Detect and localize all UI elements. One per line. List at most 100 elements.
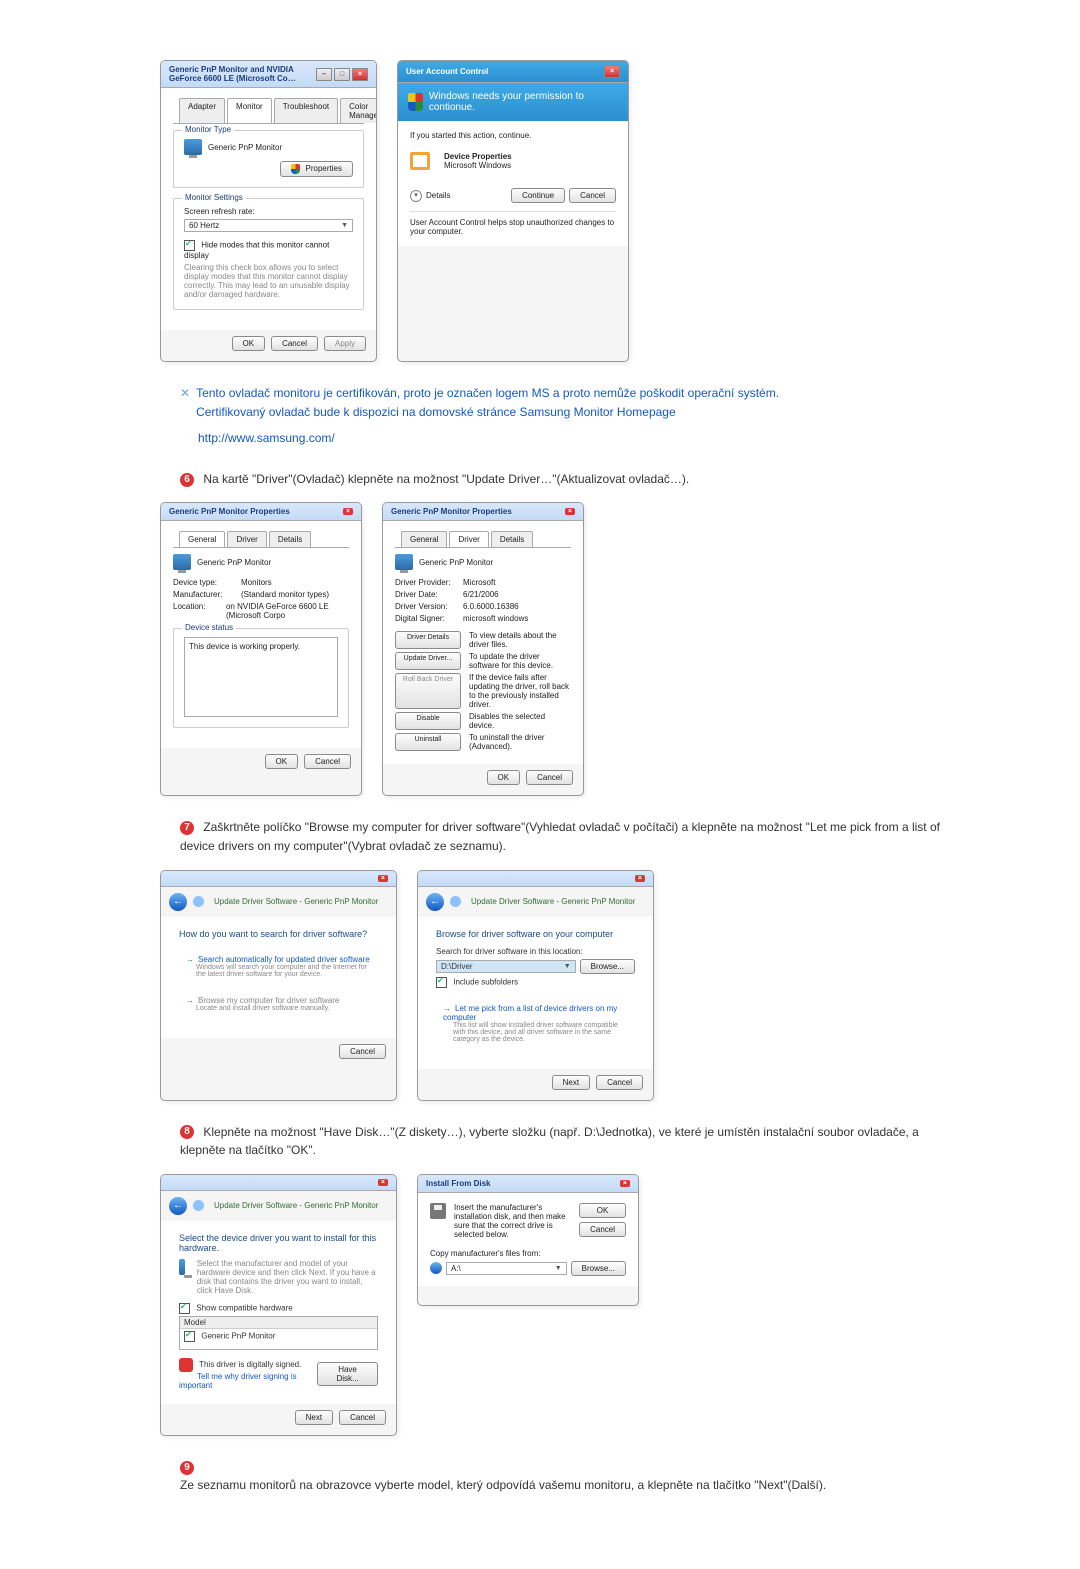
browse-button[interactable]: Browse... [580, 959, 635, 974]
select-sub: Select the manufacturer and model of you… [197, 1259, 378, 1295]
details-link[interactable]: Details [426, 191, 450, 200]
close-icon[interactable]: × [378, 1179, 388, 1186]
driver-details-desc: To view details about the driver files. [469, 631, 571, 649]
tab-adapter[interactable]: Adapter [179, 98, 225, 123]
include-sub-checkbox[interactable] [436, 977, 447, 988]
title-text: Generic PnP Monitor and NVIDIA GeForce 6… [169, 65, 316, 83]
disable-button[interactable]: Disable [395, 712, 461, 730]
note-line2: Certifikovaný ovladač bude k dispozici n… [196, 405, 676, 419]
note-x-icon: ✕ [180, 384, 190, 421]
refresh-rate-select[interactable]: 60 Hertz▼ [184, 219, 353, 232]
properties-button[interactable]: Properties [280, 161, 353, 177]
back-icon[interactable]: ← [169, 893, 187, 911]
step6-num: 6 [180, 473, 194, 487]
rollback-button[interactable]: Roll Back Driver [395, 673, 461, 709]
next-button[interactable]: Next [295, 1410, 333, 1425]
version: 6.0.6000.16386 [463, 602, 519, 611]
back-icon[interactable]: ← [426, 893, 444, 911]
step8-text: Klepněte na možnost "Have Disk…"(Z diske… [180, 1125, 919, 1158]
step8-num: 8 [180, 1125, 194, 1139]
close-icon[interactable]: × [620, 1180, 630, 1187]
close-icon[interactable]: × [604, 65, 620, 78]
location: on NVIDIA GeForce 6600 LE (Microsoft Cor… [226, 602, 349, 620]
model-header: Model [180, 1317, 377, 1329]
tab-troubleshoot[interactable]: Troubleshoot [274, 98, 338, 123]
path-input[interactable]: D:\Driver▼ [436, 960, 576, 973]
have-disk-button[interactable]: Have Disk... [317, 1362, 378, 1386]
ok-button[interactable]: OK [579, 1203, 626, 1218]
signed-text: This driver is digitally signed. [199, 1360, 301, 1369]
display-properties-dialog: Generic PnP Monitor and NVIDIA GeForce 6… [160, 60, 377, 362]
tab-driver[interactable]: Driver [449, 531, 488, 547]
hide-modes-checkbox[interactable] [184, 240, 195, 251]
signed-icon [179, 1358, 193, 1372]
drive-select[interactable]: A:\▼ [446, 1262, 567, 1275]
minimize-icon[interactable]: – [316, 68, 332, 81]
close-icon[interactable]: × [565, 508, 575, 515]
titlebar: Generic PnP Monitor and NVIDIA GeForce 6… [161, 61, 376, 88]
cancel-button[interactable]: Cancel [526, 770, 573, 785]
model-item[interactable]: Generic PnP Monitor [180, 1329, 377, 1344]
wizard-select-driver: × ← Update Driver Software - Generic PnP… [160, 1174, 397, 1436]
step7: 7 Zaškrtněte políčko "Browse my computer… [180, 818, 960, 855]
signing-link[interactable]: Tell me why driver signing is important [179, 1372, 297, 1390]
breadcrumb: Update Driver Software - Generic PnP Mon… [214, 1201, 378, 1210]
tab-general[interactable]: General [401, 531, 447, 547]
browse-button[interactable]: Browse... [571, 1261, 626, 1276]
ok-button[interactable]: OK [232, 336, 266, 351]
next-button[interactable]: Next [552, 1075, 590, 1090]
close-icon[interactable]: × [378, 875, 388, 882]
refresh-rate-label: Screen refresh rate: [184, 207, 353, 216]
maximize-icon[interactable]: □ [334, 68, 350, 81]
close-icon[interactable]: × [635, 875, 645, 882]
monitor-icon [173, 554, 191, 570]
close-icon[interactable]: × [343, 508, 353, 515]
step7-text: Zaškrtněte políčko "Browse my computer f… [180, 820, 940, 853]
hide-modes-label: Hide modes that this monitor cannot disp… [184, 241, 329, 260]
title: Generic PnP Monitor Properties [391, 507, 512, 516]
floppy-icon [430, 1203, 446, 1219]
option-browse[interactable]: →Browse my computer for driver software … [179, 990, 378, 1018]
uninstall-button[interactable]: Uninstall [395, 733, 461, 751]
wizard-icon [193, 896, 204, 907]
title: Generic PnP Monitor Properties [169, 507, 290, 516]
cancel-button[interactable]: Cancel [579, 1222, 626, 1237]
cancel-button[interactable]: Cancel [339, 1410, 386, 1425]
status-textbox: This device is working properly. [184, 637, 338, 717]
tab-monitor[interactable]: Monitor [227, 98, 272, 123]
tab-color[interactable]: Color Management [340, 98, 377, 123]
tab-driver[interactable]: Driver [227, 531, 266, 547]
cancel-button[interactable]: Cancel [304, 754, 351, 769]
continue-button[interactable]: Continue [511, 188, 565, 203]
samsung-url[interactable]: http://www.samsung.com/ [198, 431, 335, 445]
cancel-button[interactable]: Cancel [569, 188, 616, 203]
titlebar: User Account Control × [398, 61, 628, 83]
monitor-props-general: Generic PnP Monitor Properties × General… [160, 502, 362, 796]
step9-num: 9 [180, 1461, 194, 1475]
option-auto-search[interactable]: →Search automatically for updated driver… [179, 949, 378, 984]
update-driver-button[interactable]: Update Driver... [395, 652, 461, 670]
option-let-me-pick[interactable]: →Let me pick from a list of device drive… [436, 998, 635, 1049]
wizard-question: How do you want to search for driver sof… [179, 929, 378, 939]
close-icon[interactable]: × [352, 68, 368, 81]
chevron-down-icon[interactable]: ▾ [410, 190, 422, 202]
ok-button[interactable]: OK [487, 770, 521, 785]
uac-title: User Account Control [406, 67, 488, 76]
back-icon[interactable]: ← [169, 1197, 187, 1215]
cancel-button[interactable]: Cancel [596, 1075, 643, 1090]
apply-button[interactable]: Apply [324, 336, 366, 351]
step9: 9 Ze seznamu monitorů na obrazovce vyber… [180, 1458, 960, 1495]
show-compatible-checkbox[interactable] [179, 1303, 190, 1314]
step9-text: Ze seznamu monitorů na obrazovce vyberte… [180, 1478, 826, 1492]
ok-button[interactable]: OK [265, 754, 299, 769]
cancel-button[interactable]: Cancel [271, 336, 318, 351]
tab-details[interactable]: Details [269, 531, 311, 547]
tab-general[interactable]: General [179, 531, 225, 547]
tab-details[interactable]: Details [491, 531, 533, 547]
monitor-name: Generic PnP Monitor [419, 558, 493, 567]
cancel-button[interactable]: Cancel [339, 1044, 386, 1059]
monitor-icon [395, 554, 413, 570]
step8: 8 Klepněte na možnost "Have Disk…"(Z dis… [180, 1123, 960, 1160]
driver-details-button[interactable]: Driver Details [395, 631, 461, 649]
monitor-props-driver: Generic PnP Monitor Properties × General… [382, 502, 584, 796]
